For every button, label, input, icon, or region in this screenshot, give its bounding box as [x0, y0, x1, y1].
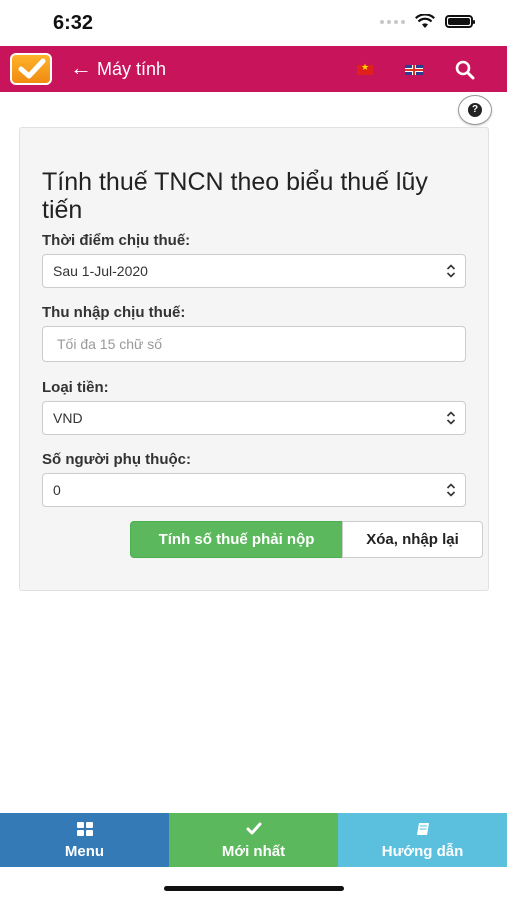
select-chevron-icon: [446, 264, 456, 278]
home-indicator: [164, 886, 344, 891]
tax-calculator-card: Tính thuế TNCN theo biểu thuế lũy tiến T…: [19, 127, 489, 591]
app-logo[interactable]: [10, 53, 52, 85]
currency-value: VND: [53, 410, 83, 426]
nav-menu-button[interactable]: Menu: [0, 813, 169, 867]
income-label: Thu nhập chịu thuế:: [42, 304, 186, 321]
income-input[interactable]: Tối đa 15 chữ số: [42, 326, 466, 362]
status-icons: [380, 14, 475, 29]
checkmark-icon: [18, 58, 46, 79]
app-header: ← Máy tính: [0, 46, 507, 92]
income-placeholder: Tối đa 15 chữ số: [57, 336, 163, 352]
back-arrow-icon[interactable]: ←: [70, 55, 92, 81]
dependents-select[interactable]: 0: [42, 473, 466, 507]
battery-icon: [445, 15, 475, 28]
nav-menu-label: Menu: [64, 843, 105, 860]
nav-guide-label: Hướng dẫn: [381, 843, 464, 860]
page-title[interactable]: Máy tính: [97, 59, 166, 80]
status-time: 6:32: [53, 12, 94, 34]
dependents-label: Số người phụ thuộc:: [42, 451, 191, 468]
check-icon: [246, 822, 261, 835]
currency-label: Loại tiền:: [42, 379, 109, 396]
search-icon[interactable]: [455, 60, 475, 80]
wifi-icon: [415, 14, 435, 28]
english-flag-icon[interactable]: [405, 65, 423, 75]
select-chevron-icon: [446, 483, 456, 497]
question-icon: ?: [468, 103, 482, 117]
tax-time-select[interactable]: Sau 1-Jul-2020: [42, 254, 466, 288]
tax-time-value: Sau 1-Jul-2020: [53, 263, 148, 279]
bottom-nav: Menu Mới nhất Hướng dẫn: [0, 813, 507, 867]
dependents-value: 0: [53, 482, 61, 498]
card-title: Tính thuế TNCN theo biểu thuế lũy tiến: [42, 168, 428, 224]
select-chevron-icon: [446, 411, 456, 425]
status-bar: 6:32: [0, 0, 507, 46]
reset-button[interactable]: Xóa, nhập lại: [342, 521, 483, 558]
nav-guide-button[interactable]: Hướng dẫn: [338, 813, 507, 867]
currency-select[interactable]: VND: [42, 401, 466, 435]
help-button[interactable]: ?: [458, 95, 492, 125]
tax-time-label: Thời điểm chịu thuế:: [42, 232, 191, 249]
book-icon: [416, 823, 429, 835]
signal-icon: [380, 19, 405, 24]
nav-latest-button[interactable]: Mới nhất: [169, 813, 338, 867]
vietnamese-flag-icon[interactable]: [357, 62, 373, 75]
nav-latest-label: Mới nhất: [221, 843, 286, 860]
grid-icon: [76, 822, 93, 836]
calculate-button[interactable]: Tính số thuế phải nộp: [130, 521, 343, 558]
